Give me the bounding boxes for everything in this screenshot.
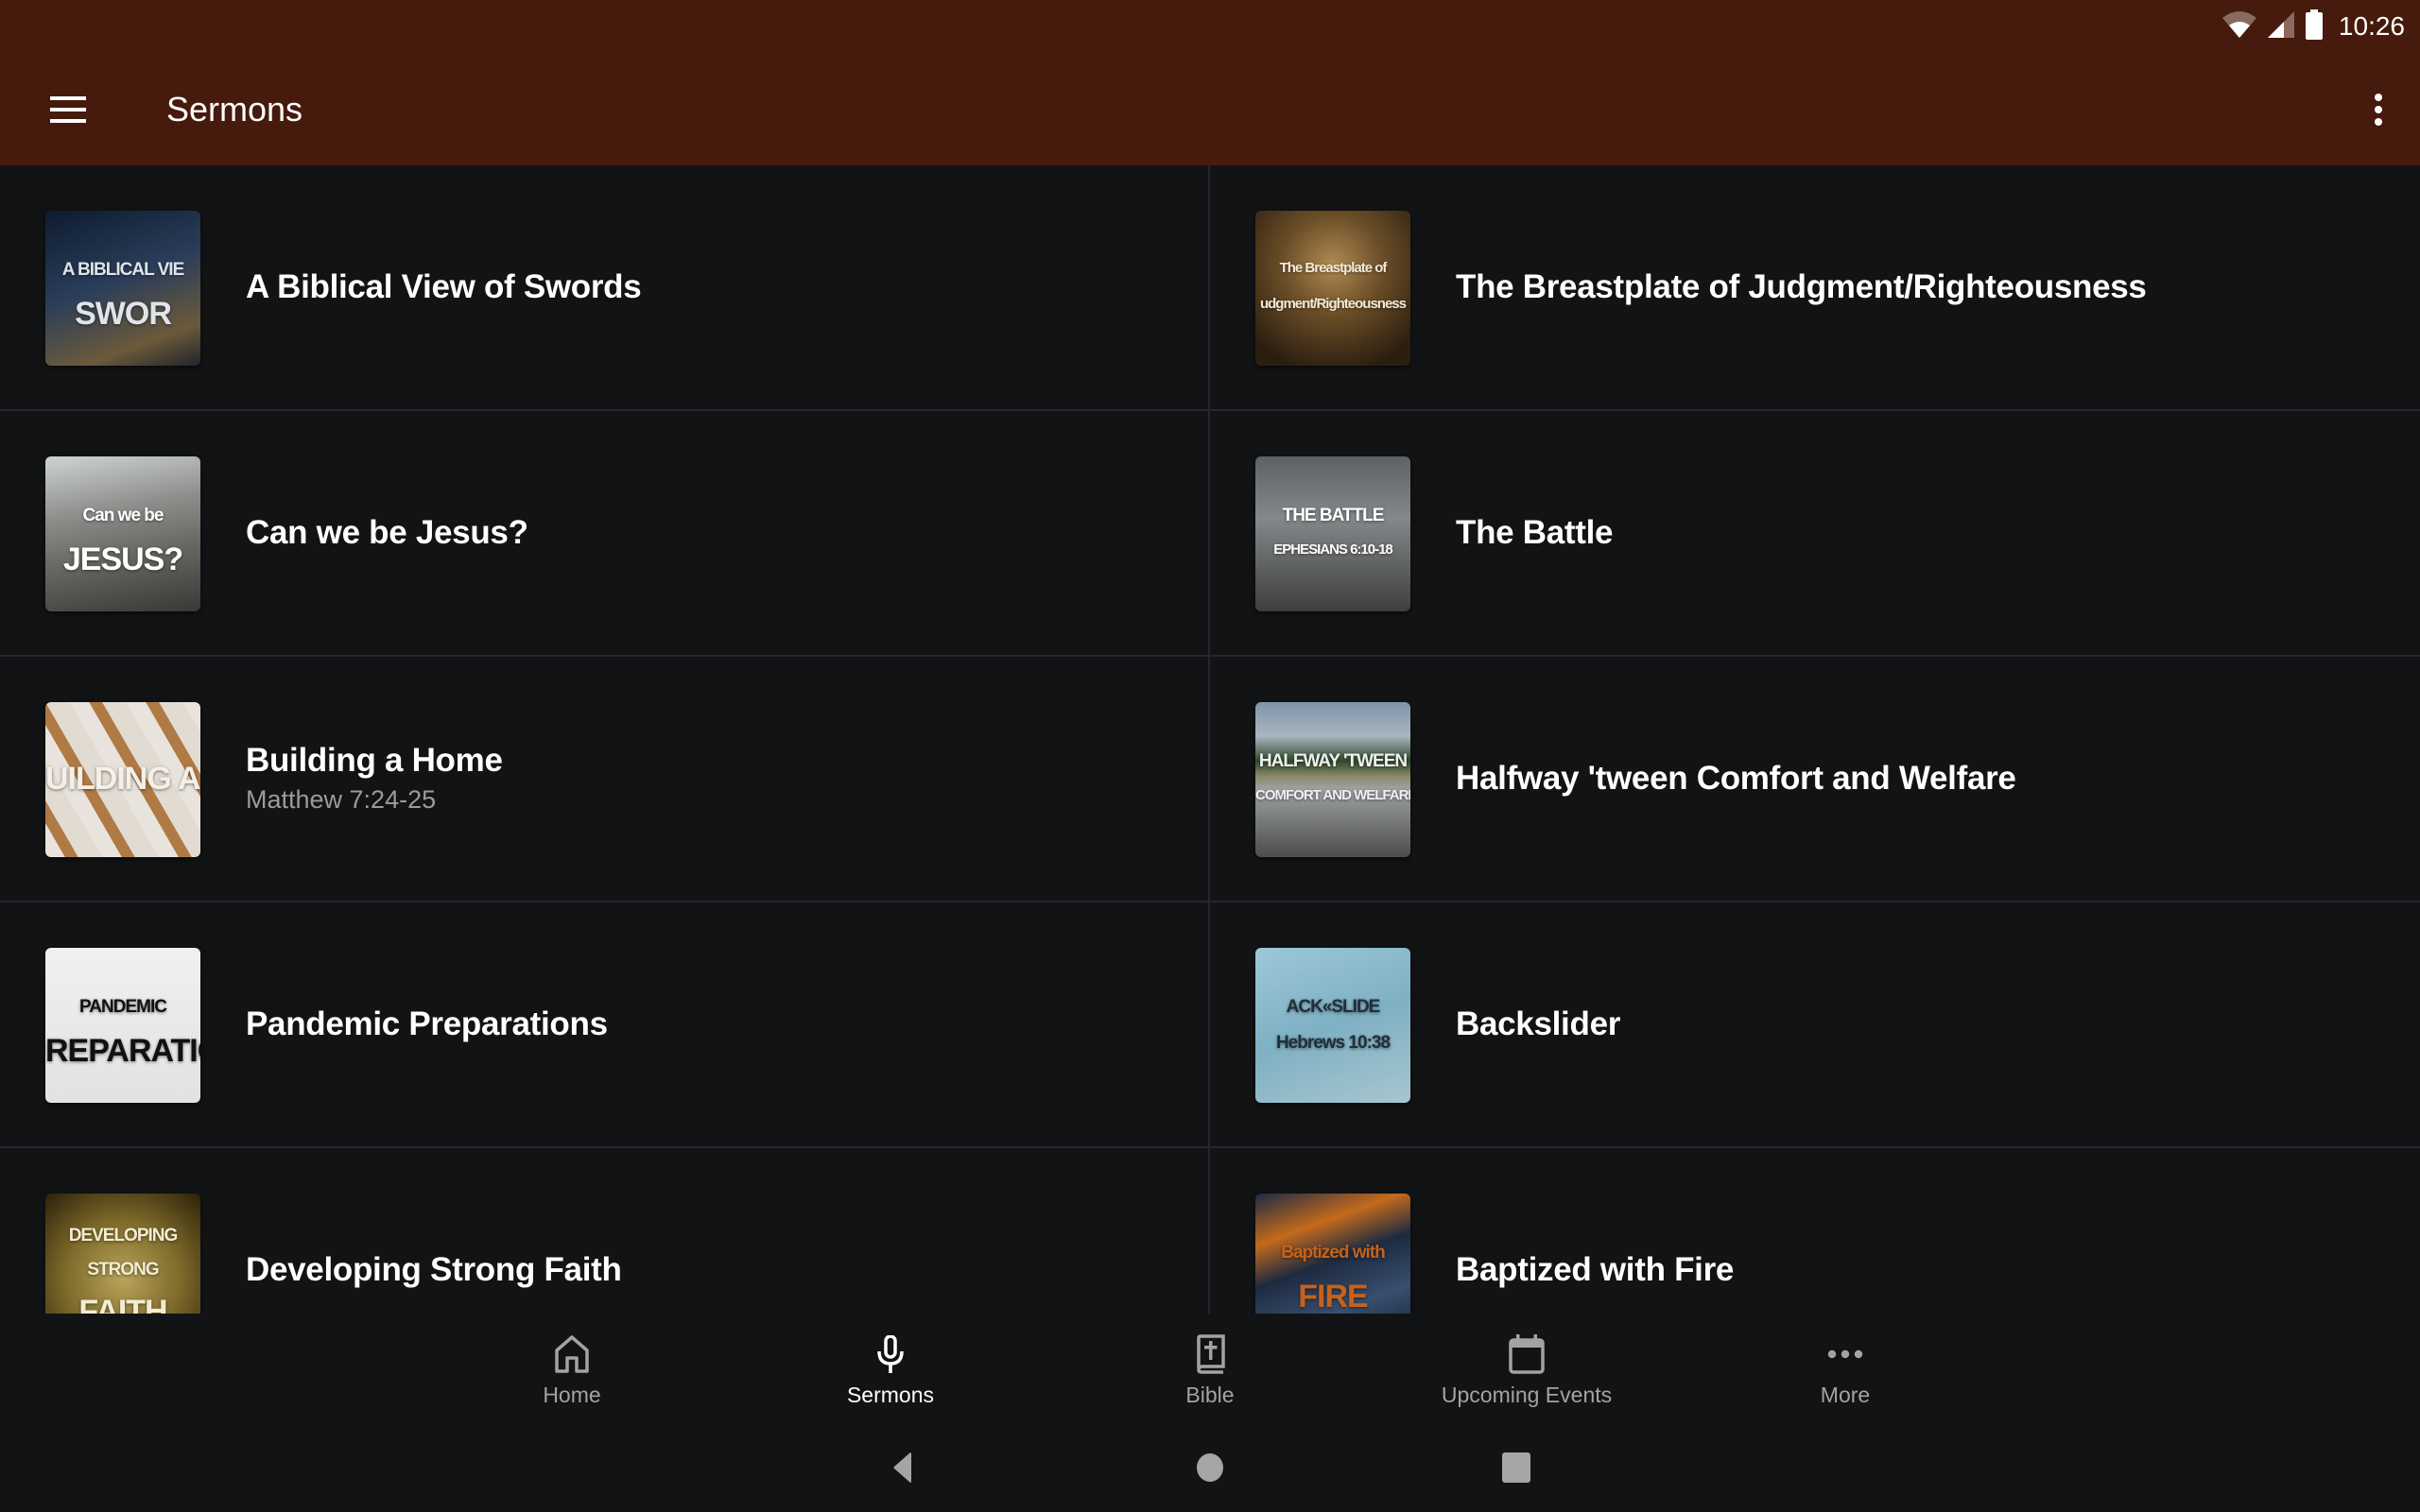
sermon-thumbnail: Baptized with FIRE: [1255, 1194, 1410, 1314]
recents-icon: [1502, 1452, 1530, 1487]
sermon-thumbnail: HALFWAY 'TWEEN COMFORT AND WELFARE: [1255, 702, 1410, 857]
nav-item-upcoming-events[interactable]: Upcoming Events: [1385, 1314, 1668, 1427]
nav-item-home[interactable]: Home: [430, 1314, 714, 1427]
sermon-thumbnail: ACK«SLIDE Hebrews 10:38: [1255, 948, 1410, 1103]
sermon-text: Can we be Jesus?: [246, 411, 1170, 655]
home-icon: [551, 1333, 593, 1375]
nav-label: Upcoming Events: [1441, 1382, 1613, 1407]
status-bar: 10:26: [0, 0, 2420, 57]
nav-item-bible[interactable]: Bible: [1068, 1314, 1352, 1427]
nav-label: Home: [543, 1382, 601, 1407]
thumbnail-text: FIRE: [1298, 1279, 1368, 1314]
status-time: 10:26: [2338, 11, 2405, 41]
cell-signal-icon: [2267, 10, 2295, 43]
thumbnail-text: JESUS?: [62, 541, 183, 577]
more-vert-icon: [2374, 93, 2383, 130]
system-recents-button[interactable]: [1493, 1448, 1540, 1491]
sermon-list-item[interactable]: A BIBLICAL VIE SWOR A Biblical View of Swo…: [0, 165, 1210, 411]
sermon-list-item[interactable]: Can we be JESUS? Can we be Jesus?: [0, 411, 1210, 657]
thumbnail-text: EPHESIANS 6:10-18: [1273, 541, 1393, 558]
status-icons: 10:26: [2221, 6, 2405, 47]
wifi-icon: [2221, 10, 2257, 43]
sermon-title: The Breastplate of Judgment/Righteousnes…: [1456, 268, 2147, 305]
thumbnail-text: Hebrews 10:38: [1275, 1033, 1391, 1053]
thumbnail-text: COMFORT AND WELFARE: [1255, 787, 1410, 803]
sermon-text: The Battle: [1456, 411, 2382, 655]
thumbnail-text: REPARATION: [45, 1033, 200, 1069]
system-home-button[interactable]: [1186, 1448, 1234, 1491]
sermon-list-item[interactable]: DEVELOPING STRONG FAITH Developing Strong F…: [0, 1148, 1210, 1314]
thumbnail-text: UILDING A HOM: [45, 761, 200, 797]
sermon-thumbnail: PANDEMIC REPARATION: [45, 948, 200, 1103]
sermon-list-item[interactable]: THE BATTLE EPHESIANS 6:10-18 The Battle: [1210, 411, 2420, 657]
sermon-title: Baptized with Fire: [1456, 1251, 1735, 1288]
thumbnail-text: PANDEMIC: [79, 997, 167, 1017]
hamburger-menu-icon: [50, 95, 86, 128]
sermon-thumbnail: A BIBLICAL VIE SWOR: [45, 211, 200, 366]
more-horiz-icon: [1824, 1333, 1866, 1375]
nav-item-more[interactable]: More: [1703, 1314, 1987, 1427]
sermon-text: Backslider: [1456, 902, 2382, 1146]
system-navigation-bar: [0, 1427, 2420, 1512]
sermon-list-item[interactable]: HALFWAY 'TWEEN COMFORT AND WELFARE Halfway…: [1210, 657, 2420, 902]
sermon-title: Backslider: [1456, 1005, 1621, 1042]
thumbnail-text: THE BATTLE: [1282, 506, 1385, 525]
microphone-icon: [870, 1333, 911, 1375]
sermon-text: A Biblical View of Swords: [246, 165, 1170, 409]
thumbnail-text: DEVELOPING: [68, 1226, 179, 1246]
app-bar: Sermons: [0, 57, 2420, 165]
thumbnail-text: Baptized with: [1281, 1243, 1385, 1263]
nav-item-sermons[interactable]: Sermons: [749, 1314, 1032, 1427]
thumbnail-text: HALFWAY 'TWEEN: [1258, 751, 1408, 771]
bottom-navigation: Home Sermons Bible Upcoming Events More: [0, 1314, 2420, 1427]
system-back-button[interactable]: [879, 1448, 926, 1491]
sermon-list[interactable]: A BIBLICAL VIE SWOR A Biblical View of Swo…: [0, 165, 2420, 1314]
nav-label: Sermons: [846, 1382, 935, 1407]
sermon-text: Baptized with Fire: [1456, 1148, 2382, 1314]
sermon-text: The Breastplate of Judgment/Righteousnes…: [1456, 165, 2382, 409]
sermon-title: A Biblical View of Swords: [246, 268, 642, 305]
thumbnail-text: ACK«SLIDE: [1286, 997, 1381, 1017]
nav-label: Bible: [1185, 1382, 1235, 1407]
battery-icon: [2305, 9, 2324, 44]
sermon-title: Can we be Jesus?: [246, 514, 528, 551]
sermon-thumbnail: Can we be JESUS?: [45, 456, 200, 611]
sermon-title: Halfway 'tween Comfort and Welfare: [1456, 760, 2016, 797]
sermon-grid: A BIBLICAL VIE SWOR A Biblical View of Swo…: [0, 165, 2420, 1314]
thumbnail-text: STRONG: [87, 1260, 159, 1280]
page-title: Sermons: [166, 90, 303, 129]
bible-icon: [1189, 1333, 1231, 1375]
thumbnail-text: FAITH: [78, 1294, 167, 1314]
sermon-list-item[interactable]: The Breastplate of udgment/Righteousness T…: [1210, 165, 2420, 411]
sermon-list-item[interactable]: UILDING A HOM Building a Home Matthew 7:24…: [0, 657, 1210, 902]
overflow-menu-button[interactable]: [2350, 83, 2407, 140]
sermon-thumbnail: UILDING A HOM: [45, 702, 200, 857]
thumbnail-text: udgment/Righteousness: [1259, 296, 1407, 312]
home-circle-icon: [1196, 1452, 1224, 1487]
sermon-list-item[interactable]: PANDEMIC REPARATION Pandemic Preparations: [0, 902, 1210, 1148]
sermon-title: Developing Strong Faith: [246, 1251, 622, 1288]
back-icon: [892, 1452, 913, 1488]
sermon-title: Pandemic Preparations: [246, 1005, 608, 1042]
sermon-list-item[interactable]: Baptized with FIRE Baptized with Fire: [1210, 1148, 2420, 1314]
thumbnail-text: Can we be: [82, 506, 164, 525]
sermon-thumbnail: THE BATTLE EPHESIANS 6:10-18: [1255, 456, 1410, 611]
sermon-text: Building a Home Matthew 7:24-25: [246, 657, 1170, 901]
sermon-thumbnail: The Breastplate of udgment/Righteousness: [1255, 211, 1410, 366]
calendar-icon: [1506, 1333, 1547, 1375]
sermon-text: Developing Strong Faith: [246, 1148, 1170, 1314]
sermon-title: The Battle: [1456, 514, 1614, 551]
sermon-list-item[interactable]: ACK«SLIDE Hebrews 10:38 Backslider: [1210, 902, 2420, 1148]
sermon-text: Halfway 'tween Comfort and Welfare: [1456, 657, 2382, 901]
thumbnail-text: A BIBLICAL VIE: [61, 260, 185, 280]
sermon-text: Pandemic Preparations: [246, 902, 1170, 1146]
thumbnail-text: SWOR: [75, 296, 172, 332]
nav-label: More: [1820, 1382, 1871, 1407]
sermon-title: Building a Home: [246, 742, 503, 779]
sermon-scripture-reference: Matthew 7:24-25: [246, 785, 437, 814]
thumbnail-text: The Breastplate of: [1279, 260, 1388, 276]
menu-button[interactable]: [40, 83, 96, 140]
sermon-thumbnail: DEVELOPING STRONG FAITH: [45, 1194, 200, 1314]
